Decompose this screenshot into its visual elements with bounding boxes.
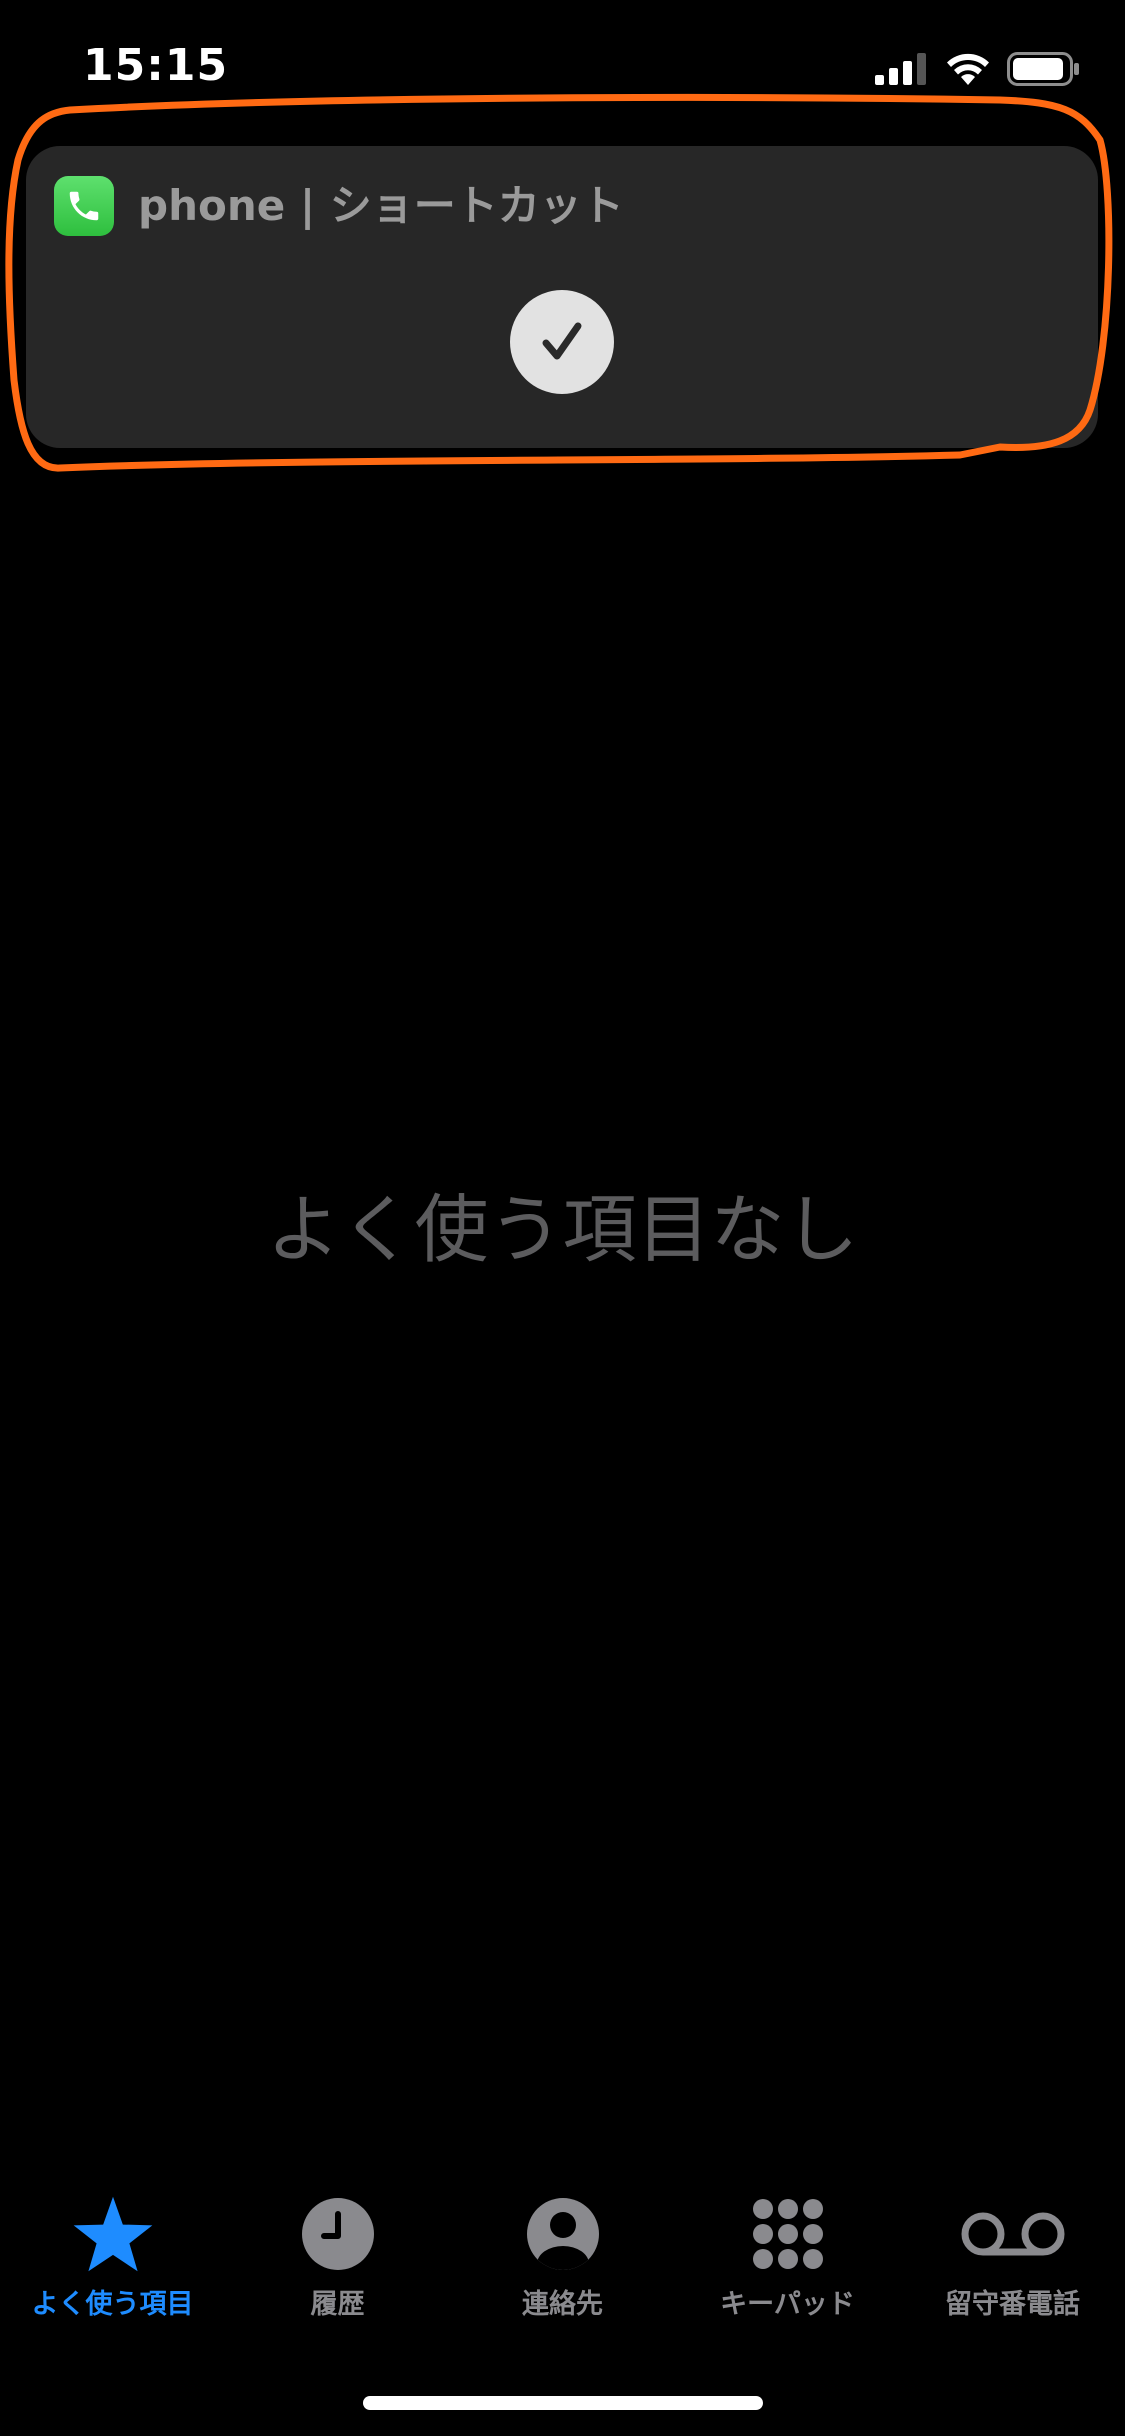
- tab-bar: よく使う項目 履歴 連絡先 キーパッド 留守番電話: [0, 2190, 1125, 2350]
- empty-favorites-message: よく使う項目なし: [266, 1187, 859, 1273]
- tab-keypad[interactable]: キーパッド: [675, 2190, 900, 2340]
- tab-label: 履歴: [310, 2289, 365, 2320]
- voicemail-icon: [961, 2192, 1065, 2276]
- tab-contacts[interactable]: 連絡先: [450, 2190, 675, 2340]
- banner-title: phone | ショートカット: [138, 181, 624, 230]
- checkmark-icon: [510, 290, 614, 394]
- keypad-icon: [751, 2192, 825, 2276]
- tab-label: 留守番電話: [945, 2289, 1080, 2320]
- home-indicator[interactable]: [363, 2396, 763, 2410]
- status-icons: [875, 52, 1081, 86]
- wifi-icon: [947, 53, 989, 85]
- shortcut-notification-banner[interactable]: phone | ショートカット: [26, 146, 1098, 448]
- tab-label: 連絡先: [522, 2289, 603, 2320]
- cellular-signal-icon: [875, 53, 926, 85]
- tab-label: キーパッド: [720, 2289, 855, 2320]
- status-time: 15:15: [83, 40, 229, 91]
- tab-favorites[interactable]: よく使う項目: [0, 2190, 225, 2340]
- star-icon: [72, 2192, 154, 2276]
- person-circle-icon: [526, 2192, 599, 2276]
- phone-icon: [54, 176, 114, 236]
- tab-label: よく使う項目: [31, 2289, 194, 2320]
- battery-icon: [1007, 52, 1079, 86]
- tab-voicemail[interactable]: 留守番電話: [900, 2190, 1125, 2340]
- status-bar: 15:15: [0, 0, 1125, 130]
- tab-recents[interactable]: 履歴: [225, 2190, 450, 2340]
- clock-icon: [301, 2192, 374, 2276]
